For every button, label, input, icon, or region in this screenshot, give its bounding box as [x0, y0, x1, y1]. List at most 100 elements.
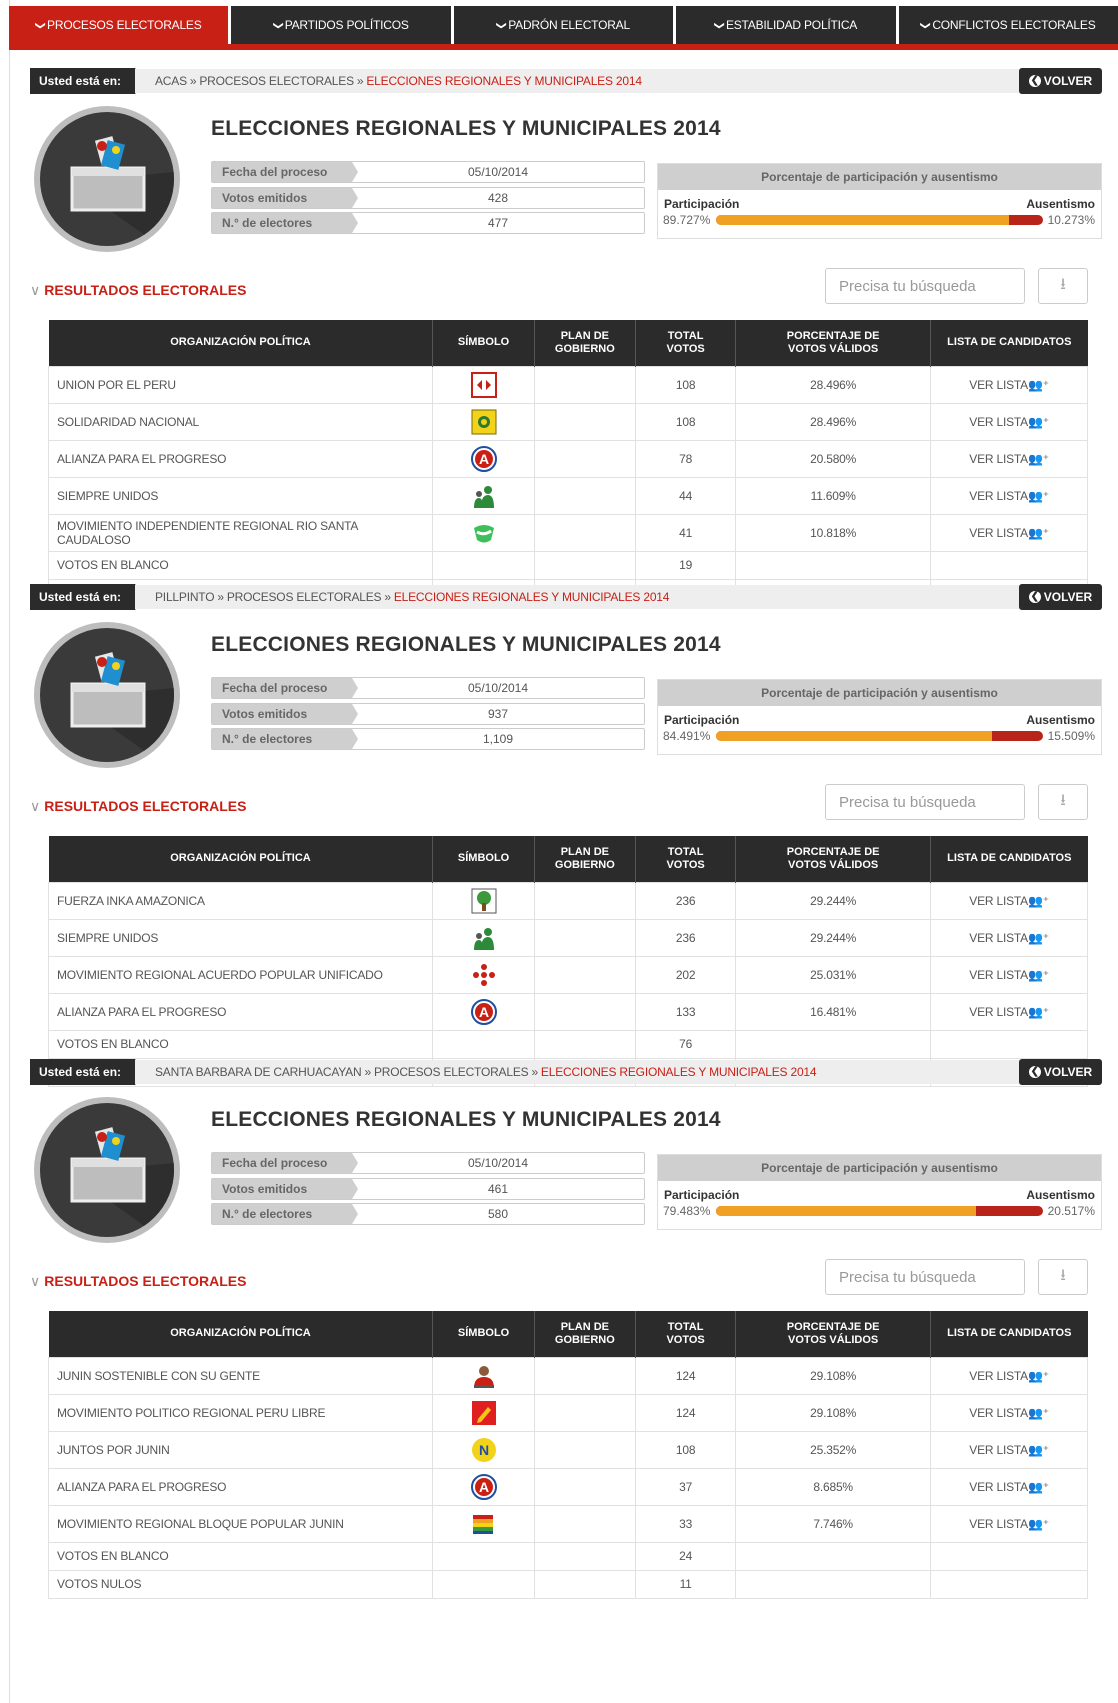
ballot-box-icon — [34, 1097, 180, 1243]
valid-pct: 20.580% — [735, 439, 932, 478]
th-total-line1: TOTAL — [667, 1320, 704, 1333]
add-user-icon: 👥⁺ — [1027, 967, 1049, 982]
th-symbol: SÍMBOLO — [432, 836, 535, 882]
table-header-row: ORGANIZACIÓN POLÍTICA SÍMBOLO PLAN DE GOBIE… — [48, 836, 1088, 882]
empty-cell — [533, 550, 637, 580]
empty-cell — [432, 550, 535, 580]
th-pct-line1: PORCENTAJE DE — [786, 845, 880, 858]
add-user-icon: 👥⁺ — [1027, 1405, 1049, 1420]
breadcrumb-place[interactable]: ACAS — [155, 74, 187, 88]
ver-lista-link[interactable]: VER LISTA👥⁺ — [930, 955, 1088, 994]
upp-icon — [470, 371, 497, 398]
results-title[interactable]: ∨ RESULTADOS ELECTORALES — [30, 798, 246, 815]
tab-conflictos-electorales[interactable]: ❯ CONFLICTOS ELECTORALES — [898, 6, 1118, 44]
party-symbol: N — [432, 1430, 535, 1469]
back-button[interactable]: ❮ VOLVER — [1019, 584, 1102, 610]
breadcrumb-procesos[interactable]: PROCESOS ELECTORALES — [199, 74, 354, 88]
empty-cell — [735, 1541, 932, 1571]
ver-lista-link[interactable]: VER LISTA👥⁺ — [930, 1467, 1088, 1506]
empty-cell — [533, 1569, 637, 1599]
breadcrumb-separator: » — [364, 1065, 371, 1079]
add-user-icon: 👥⁺ — [1027, 1004, 1049, 1019]
ver-lista-link[interactable]: VER LISTA👥⁺ — [930, 402, 1088, 441]
letter-n-icon: N — [471, 1437, 497, 1462]
download-icon: ⭳ — [1060, 1266, 1066, 1284]
ver-lista-link[interactable]: VER LISTA👥⁺ — [930, 918, 1088, 957]
tab-procesos-electorales[interactable]: ❯ PROCESOS ELECTORALES — [9, 6, 229, 44]
tab-padr-n-electoral[interactable]: ❯ PADRÓN ELECTORAL — [453, 6, 674, 44]
table-header-row: ORGANIZACIÓN POLÍTICA SÍMBOLO PLAN DE GOBIE… — [48, 320, 1088, 366]
th-org: ORGANIZACIÓN POLÍTICA — [48, 836, 434, 882]
th-pct-line2: VOTOS VÁLIDOS — [788, 342, 879, 355]
ver-lista-link[interactable]: VER LISTA👥⁺ — [930, 1504, 1088, 1543]
breadcrumb-procesos[interactable]: PROCESOS ELECTORALES — [227, 590, 382, 604]
th-org: ORGANIZACIÓN POLÍTICA — [48, 320, 434, 366]
ver-lista-label: VER LISTA — [969, 1405, 1028, 1420]
total-votes: 124 — [634, 1393, 737, 1432]
total-votes: 236 — [634, 881, 737, 920]
org-name: UNION POR EL PERU — [47, 365, 434, 404]
ver-lista-link[interactable]: VER LISTA👥⁺ — [930, 1393, 1088, 1432]
breadcrumb-place[interactable]: SANTA BARBARA DE CARHUACAYAN — [155, 1065, 362, 1079]
party-symbol: A — [432, 992, 535, 1031]
results-table: ORGANIZACIÓN POLÍTICA SÍMBOLO PLAN DE GOBIE… — [47, 836, 1088, 1087]
breadcrumb: Usted está en: SANTA BARBARA DE CARHUACAY… — [30, 1059, 1102, 1085]
total-votes: 76 — [634, 1029, 737, 1059]
people-icon — [471, 483, 497, 508]
votos-row: Votos emitidos 428 — [211, 187, 645, 209]
ver-lista-link[interactable]: VER LISTA👥⁺ — [930, 476, 1088, 515]
table-row: VOTOS EN BLANCO 24 — [47, 1541, 1088, 1571]
back-button[interactable]: ❮ VOLVER — [1019, 68, 1102, 94]
fecha-row: Fecha del proceso 05/10/2014 — [211, 677, 645, 699]
ver-lista-link[interactable]: VER LISTA👥⁺ — [930, 881, 1088, 920]
party-symbol — [432, 476, 535, 515]
ver-lista-label: VER LISTA — [969, 451, 1028, 466]
tab-estabilidad-pol-tica[interactable]: ❯ ESTABILIDAD POLÍTICA — [676, 6, 896, 44]
electores-value: 580 — [487, 1207, 509, 1221]
download-icon: ⭳ — [1060, 275, 1066, 293]
total-votes: 108 — [634, 402, 737, 441]
breadcrumb-separator: » — [384, 590, 391, 604]
total-votes: 202 — [634, 955, 737, 994]
ver-lista-link[interactable]: VER LISTA👥⁺ — [930, 1430, 1088, 1469]
results-title[interactable]: ∨ RESULTADOS ELECTORALES — [30, 282, 246, 299]
ver-lista-link[interactable]: VER LISTA👥⁺ — [930, 1356, 1088, 1395]
results-title[interactable]: ∨ RESULTADOS ELECTORALES — [30, 1273, 246, 1290]
tab-label: PADRÓN ELECTORAL — [508, 18, 630, 32]
search-input[interactable] — [825, 784, 1025, 820]
breadcrumb-procesos[interactable]: PROCESOS ELECTORALES — [374, 1065, 529, 1079]
letter-a-icon: A — [470, 1473, 497, 1500]
fecha-value: 05/10/2014 — [467, 165, 529, 179]
participation-label: Participación — [664, 197, 740, 211]
search-input[interactable] — [825, 268, 1025, 304]
results-table: ORGANIZACIÓN POLÍTICA SÍMBOLO PLAN DE GOBIE… — [47, 320, 1088, 608]
party-symbol — [432, 1356, 535, 1395]
breadcrumb-path: PILLPINTO» PROCESOS ELECTORALES» ELECCIONE… — [135, 585, 1040, 609]
tab-label: PROCESOS ELECTORALES — [47, 18, 202, 32]
tab-partidos-pol-ticos[interactable]: ❯ PARTIDOS POLÍTICOS — [231, 6, 451, 44]
valid-pct: 10.818% — [735, 513, 932, 552]
breadcrumb-separator: » — [217, 590, 224, 604]
download-button[interactable]: ⭳ — [1038, 784, 1088, 820]
breadcrumb-place[interactable]: PILLPINTO — [155, 590, 215, 604]
download-button[interactable]: ⭳ — [1038, 268, 1088, 304]
org-name: SIEMPRE UNIDOS — [47, 918, 434, 957]
empty-cell — [735, 1569, 932, 1599]
valid-pct: 28.496% — [735, 365, 932, 404]
electores-row: N.° de electores 477 — [211, 212, 645, 234]
absence-pct: 20.517% — [1047, 1204, 1095, 1218]
arrow-left-icon: ❮ — [1028, 1066, 1041, 1078]
party-symbol — [432, 918, 535, 957]
ver-lista-link[interactable]: VER LISTA👥⁺ — [930, 992, 1088, 1031]
search-input[interactable] — [825, 1259, 1025, 1295]
ver-lista-link[interactable]: VER LISTA👥⁺ — [930, 365, 1088, 404]
th-org: ORGANIZACIÓN POLÍTICA — [48, 1311, 434, 1357]
th-pct: PORCENTAJE DE VOTOS VÁLIDOS — [735, 320, 932, 366]
ver-lista-link[interactable]: VER LISTA👥⁺ — [930, 513, 1088, 552]
download-button[interactable]: ⭳ — [1038, 1259, 1088, 1295]
ver-lista-link[interactable]: VER LISTA👥⁺ — [930, 439, 1088, 478]
back-button[interactable]: ❮ VOLVER — [1019, 1059, 1102, 1085]
circle-people-icon — [471, 963, 497, 986]
empty-cell — [735, 1029, 932, 1059]
th-plan-line1: PLAN DE — [560, 1320, 609, 1333]
